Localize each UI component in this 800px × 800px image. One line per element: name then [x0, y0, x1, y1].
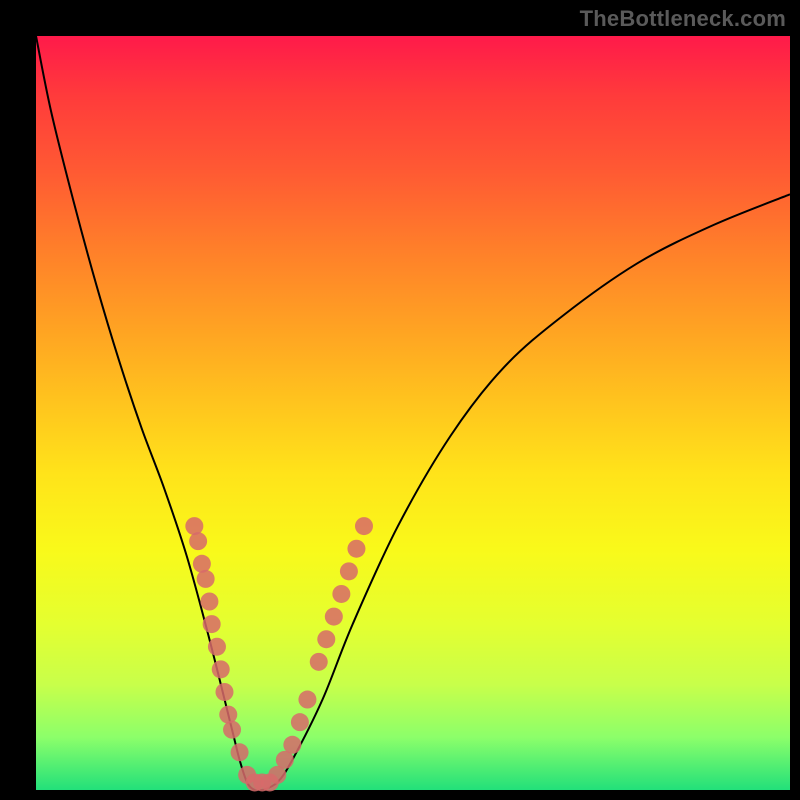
data-point	[340, 562, 358, 580]
data-point	[200, 593, 218, 611]
data-point	[298, 691, 316, 709]
data-point	[193, 555, 211, 573]
data-point-layer	[185, 517, 373, 791]
data-point	[203, 615, 221, 633]
watermark-text: TheBottleneck.com	[580, 6, 786, 32]
data-point	[219, 706, 237, 724]
data-point	[208, 638, 226, 656]
data-point	[355, 517, 373, 535]
data-point	[231, 743, 249, 761]
data-point	[216, 683, 234, 701]
data-point	[291, 713, 309, 731]
data-point	[283, 736, 301, 754]
data-point	[310, 653, 328, 671]
data-point	[223, 721, 241, 739]
data-point	[212, 660, 230, 678]
bottleneck-curve	[36, 36, 790, 791]
data-point	[325, 608, 343, 626]
data-point	[185, 517, 203, 535]
chart-svg	[36, 36, 790, 790]
data-point	[317, 630, 335, 648]
data-point	[189, 532, 207, 550]
data-point	[197, 570, 215, 588]
chart-frame: TheBottleneck.com	[0, 0, 800, 800]
plot-area	[36, 36, 790, 790]
data-point	[332, 585, 350, 603]
data-point	[347, 540, 365, 558]
